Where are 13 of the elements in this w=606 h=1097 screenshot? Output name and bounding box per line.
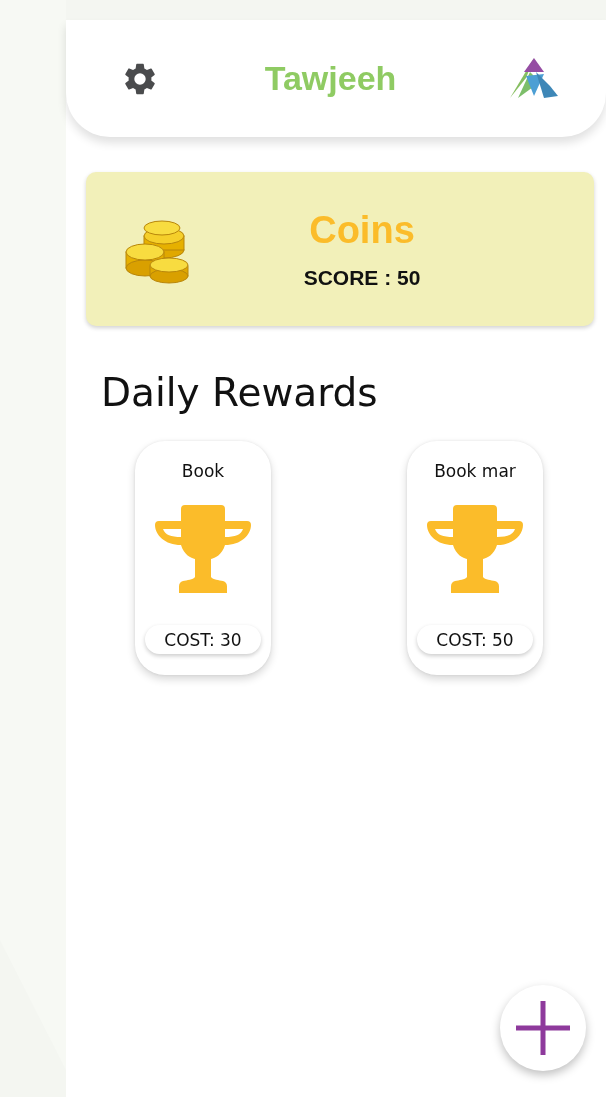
add-button[interactable] bbox=[500, 985, 586, 1071]
score-text: SCORE : 50 bbox=[303, 265, 421, 290]
cost-label: COST: 30 bbox=[145, 625, 261, 654]
plus-icon bbox=[516, 1001, 570, 1055]
section-title: Daily Rewards bbox=[101, 370, 378, 415]
cost-label: COST: 50 bbox=[417, 625, 533, 654]
coins-title: Coins bbox=[309, 208, 415, 252]
reward-name: Book mar bbox=[434, 461, 516, 481]
app-title: Tawjeeh bbox=[264, 59, 398, 98]
reward-card[interactable]: Book COST: 30 bbox=[135, 441, 271, 675]
logo-icon bbox=[510, 57, 560, 100]
reward-name: Book bbox=[181, 461, 225, 481]
reward-card[interactable]: Book mar COST: 50 bbox=[407, 441, 543, 675]
